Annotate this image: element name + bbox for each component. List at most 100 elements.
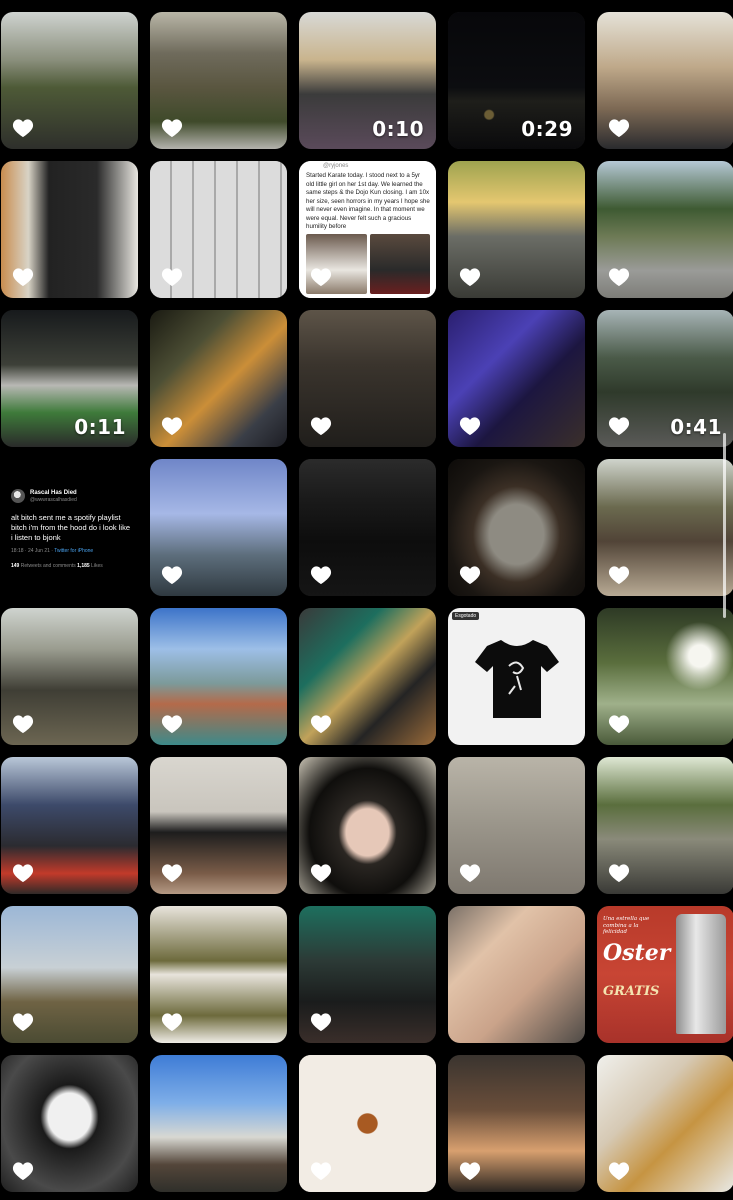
grid-tile-photo-feet[interactable] — [448, 906, 585, 1043]
tshirt-icon — [475, 640, 559, 718]
tweet-source: Twitter for iPhone — [54, 548, 94, 554]
tweet-likes-label: Likes — [89, 563, 103, 569]
heart-icon[interactable] — [310, 267, 332, 287]
grid-tile-photo-oster-ad[interactable]: Oster Una estrella que combina a la feli… — [597, 906, 733, 1043]
heart-icon[interactable] — [608, 565, 630, 585]
heart-icon[interactable] — [310, 714, 332, 734]
grid-tile-photo-friends-indoor[interactable] — [448, 1055, 585, 1192]
oster-tagline: Una estrella que combina a la felicidad — [603, 916, 650, 935]
tile-thumbnail — [150, 1055, 287, 1192]
heart-icon[interactable] — [12, 1161, 34, 1181]
grid-tile-photo-woman-on-bus[interactable] — [448, 161, 585, 298]
grid-tile-photo-tools-grid[interactable] — [150, 161, 287, 298]
note-handle: @ryjones — [323, 163, 349, 169]
grid-tile-photo-group-street[interactable] — [1, 608, 138, 745]
tweet-likes: 1,185 — [77, 563, 90, 569]
oster-promo: GRATIS — [603, 984, 660, 999]
grid-tile-photo-girl-beanie[interactable] — [299, 757, 436, 894]
grid-tile-photo-headphones-necklace[interactable] — [299, 459, 436, 596]
sold-out-badge: Esgotado — [452, 612, 480, 620]
grid-tile-photo-tv-screen[interactable] — [1, 757, 138, 894]
heart-icon[interactable] — [608, 118, 630, 138]
note-text: Started Karate today. I stood next to a … — [306, 172, 430, 230]
grid-tile-photo-kid-mustache[interactable] — [1, 1055, 138, 1192]
tile-thumbnail — [448, 906, 585, 1043]
heart-icon[interactable] — [459, 863, 481, 883]
heart-icon[interactable] — [459, 267, 481, 287]
heart-icon[interactable] — [12, 267, 34, 287]
heart-icon[interactable] — [161, 1012, 183, 1032]
heart-icon[interactable] — [161, 863, 183, 883]
tweet-stats: 149 Retweets and comments 1,185 Likes — [11, 563, 103, 569]
scrollbar[interactable] — [723, 433, 726, 618]
grid-tile-photo-wood-structure[interactable] — [1, 906, 138, 1043]
grid-tile-tweet-screenshot[interactable]: Rascal Has Died @wwwrascalhasdied alt bi… — [1, 459, 138, 596]
tweet-author-name: Rascal Has Died — [30, 489, 77, 496]
heart-icon[interactable] — [608, 714, 630, 734]
grid-tile-photo-abandoned-building[interactable] — [150, 12, 287, 149]
grid-tile-photo-basketball-court[interactable] — [150, 608, 287, 745]
grid-tile-photo-tree-sunlight[interactable] — [597, 608, 733, 745]
oster-brand: Oster — [603, 940, 671, 966]
grid-tile-video-night-city[interactable]: 0:29 — [448, 12, 585, 149]
grid-tile-photo-man-lying-street[interactable] — [597, 757, 733, 894]
heart-icon[interactable] — [608, 863, 630, 883]
grid-tile-photo-skaters[interactable] — [597, 459, 733, 596]
video-duration: 0:29 — [521, 117, 573, 141]
heart-icon[interactable] — [12, 118, 34, 138]
heart-icon[interactable] — [459, 416, 481, 436]
grid-tile-photo-man-at-table[interactable] — [597, 12, 733, 149]
tweet-text: alt bitch sent me a spotify playlist bit… — [11, 513, 130, 542]
grid-tile-photo-owl[interactable] — [448, 459, 585, 596]
heart-icon[interactable] — [608, 1161, 630, 1181]
grid-tile-photo-street-houses[interactable] — [150, 1055, 287, 1192]
heart-icon[interactable] — [310, 1161, 332, 1181]
heart-icon[interactable] — [12, 714, 34, 734]
heart-icon[interactable] — [608, 416, 630, 436]
grid-tile-photo-two-men-hallway[interactable] — [1, 161, 138, 298]
grid-tile-photo-hotdogs[interactable] — [597, 1055, 733, 1192]
avatar — [11, 489, 25, 503]
grid-tile-photo-dogs-pavement[interactable] — [448, 757, 585, 894]
heart-icon[interactable] — [161, 714, 183, 734]
grid-tile-photo-black-tshirt[interactable]: Esgotado — [448, 608, 585, 745]
grid-tile-video-man-yellow-hat[interactable]: 0:10 — [299, 12, 436, 149]
heart-icon[interactable] — [608, 267, 630, 287]
tweet-header: Rascal Has Died @wwwrascalhasdied — [11, 489, 77, 503]
grid-tile-photo-statue-church[interactable] — [150, 459, 287, 596]
heart-icon[interactable] — [161, 267, 183, 287]
grid-tile-photo-group-night[interactable] — [299, 310, 436, 447]
grid-tile-photo-tarts[interactable] — [299, 1055, 436, 1192]
blender-image — [676, 914, 726, 1034]
heart-icon[interactable] — [161, 118, 183, 138]
video-duration: 0:10 — [372, 117, 424, 141]
grid-tile-photo-house-entrance[interactable] — [1, 12, 138, 149]
grid-tile-photo-friends-table-night[interactable] — [150, 310, 287, 447]
grid-tile-photo-stickers[interactable] — [299, 608, 436, 745]
grid-tile-photo-band-blue-light[interactable] — [448, 310, 585, 447]
heart-icon[interactable] — [459, 565, 481, 585]
tweet-meta: 18:18 · 24 Jun 21 · Twitter for iPhone — [11, 548, 93, 554]
grid-tile-photo-swim-cap[interactable] — [150, 757, 287, 894]
tweet-time: 18:18 · 24 Jun 21 · — [11, 548, 55, 554]
media-grid: 0:10 0:29 @ryjones Started Karate today. … — [0, 12, 733, 1192]
heart-icon[interactable] — [161, 416, 183, 436]
grid-tile-photo-man-party[interactable] — [299, 906, 436, 1043]
heart-icon[interactable] — [12, 1012, 34, 1032]
heart-icon[interactable] — [459, 1161, 481, 1181]
video-duration: 0:11 — [74, 415, 126, 439]
grid-tile-video-garden-night[interactable]: 0:11 — [1, 310, 138, 447]
heart-icon[interactable] — [310, 863, 332, 883]
grid-tile-photo-note-karate[interactable]: @ryjones Started Karate today. I stood n… — [299, 161, 436, 298]
heart-icon[interactable] — [310, 416, 332, 436]
video-duration: 0:41 — [670, 415, 722, 439]
heart-icon[interactable] — [310, 565, 332, 585]
grid-tile-photo-group-couch[interactable] — [150, 906, 287, 1043]
grid-tile-photo-white-house-driveway[interactable] — [597, 161, 733, 298]
heart-icon[interactable] — [12, 863, 34, 883]
heart-icon[interactable] — [161, 565, 183, 585]
grid-tile-video-cyclist[interactable]: 0:41 — [597, 310, 733, 447]
note-image — [369, 234, 430, 294]
tweet-retweets-label: Retweets and comments — [19, 563, 78, 569]
heart-icon[interactable] — [310, 1012, 332, 1032]
